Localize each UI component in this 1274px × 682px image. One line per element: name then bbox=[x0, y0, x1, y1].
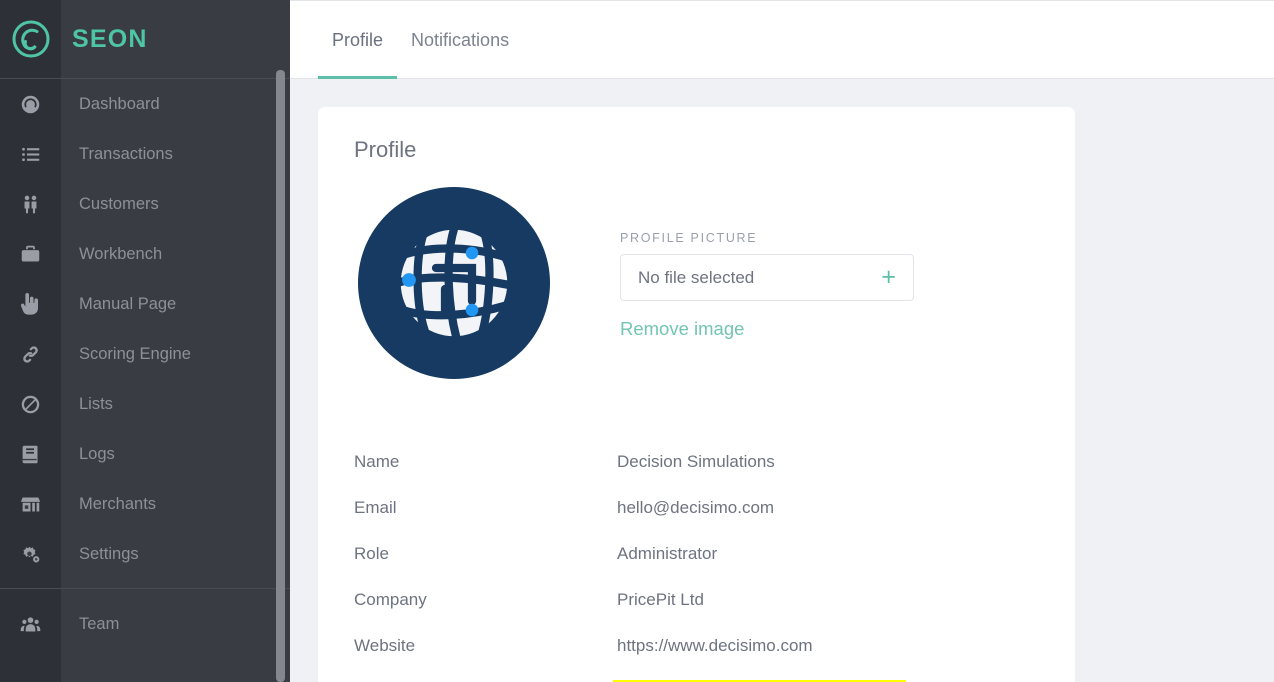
detail-label: Name bbox=[354, 452, 400, 471]
remove-image-link[interactable]: Remove image bbox=[620, 318, 744, 340]
sidebar-nav: Dashboard Transactions Customers Workben… bbox=[0, 79, 290, 649]
detail-row-company: Company PricePit Ltd bbox=[354, 577, 1039, 623]
sidebar-item-label: Team bbox=[79, 614, 120, 633]
detail-label: Role bbox=[354, 544, 389, 563]
brand-name: SEON bbox=[72, 24, 148, 53]
speedometer-icon bbox=[0, 79, 61, 129]
sidebar-bottom-group: Team bbox=[0, 589, 290, 649]
detail-label: Website bbox=[354, 636, 416, 655]
tab-label: Profile bbox=[332, 29, 384, 50]
sidebar-scrollbar[interactable] bbox=[276, 70, 285, 682]
detail-value: Administrator bbox=[617, 544, 718, 563]
seon-spiral-logo-icon bbox=[0, 0, 61, 79]
brand-header[interactable]: SEON bbox=[0, 0, 290, 79]
profile-picture-row: PROFILE PICTURE No file selected + Remov… bbox=[354, 187, 1039, 379]
link-chain-icon bbox=[0, 329, 61, 379]
store-icon bbox=[0, 479, 61, 529]
tab-bar: Profile Notifications bbox=[290, 0, 1274, 79]
sidebar-item-label: Manual Page bbox=[79, 294, 177, 313]
ban-circle-icon bbox=[0, 379, 61, 429]
sidebar-item-label: Dashboard bbox=[79, 94, 160, 113]
detail-label: Email bbox=[354, 498, 397, 517]
pointing-hand-icon bbox=[20, 293, 38, 315]
avatar bbox=[358, 187, 550, 379]
sidebar-item-merchants[interactable]: Merchants bbox=[0, 479, 290, 529]
profile-picture-controls: PROFILE PICTURE No file selected + Remov… bbox=[620, 187, 914, 340]
plus-icon[interactable]: + bbox=[881, 265, 896, 290]
sidebar-item-team[interactable]: Team bbox=[0, 599, 290, 649]
detail-label: Company bbox=[354, 590, 427, 609]
profile-picture-label: PROFILE PICTURE bbox=[620, 231, 758, 245]
detail-row-website: Website https://www.decisimo.com bbox=[354, 623, 1039, 669]
briefcase-icon bbox=[0, 229, 61, 279]
detail-row-name: Name Decision Simulations bbox=[354, 439, 1039, 485]
profile-details-list: Name Decision Simulations Email hello@de… bbox=[354, 439, 1039, 682]
sidebar-item-label: Settings bbox=[79, 544, 139, 563]
sidebar-item-label: Customers bbox=[79, 194, 159, 213]
detail-value: https://www.decisimo.com bbox=[617, 636, 813, 655]
app-root: SEON Dashboard Transactions Customers Wo… bbox=[0, 0, 1274, 682]
sidebar-item-label: Logs bbox=[79, 444, 115, 463]
sidebar-item-dashboard[interactable]: Dashboard bbox=[0, 79, 290, 129]
tab-profile[interactable]: Profile bbox=[318, 1, 398, 79]
sidebar-item-lists[interactable]: Lists bbox=[0, 379, 290, 429]
globe-maze-logo-icon bbox=[399, 228, 509, 338]
sidebar-item-customers[interactable]: Customers bbox=[0, 179, 290, 229]
detail-row-email: Email hello@decisimo.com bbox=[354, 485, 1039, 531]
list-icon bbox=[0, 129, 61, 179]
content-area: Profile PROFILE PICTURE No file selected… bbox=[290, 79, 1274, 682]
sidebar-item-workbench[interactable]: Workbench bbox=[0, 229, 290, 279]
sidebar-item-manual-page[interactable]: Manual Page bbox=[0, 279, 290, 329]
sidebar-item-logs[interactable]: Logs bbox=[0, 429, 290, 479]
detail-value: hello@decisimo.com bbox=[617, 498, 775, 517]
sidebar: SEON Dashboard Transactions Customers Wo… bbox=[0, 0, 290, 682]
profile-picture-file-input[interactable]: No file selected + bbox=[620, 254, 914, 301]
detail-row-role: Role Administrator bbox=[354, 531, 1039, 577]
tab-notifications[interactable]: Notifications bbox=[397, 1, 523, 79]
sidebar-item-label: Transactions bbox=[79, 144, 173, 163]
sidebar-item-label: Scoring Engine bbox=[79, 344, 191, 363]
gears-icon bbox=[0, 529, 61, 579]
file-input-value: No file selected bbox=[638, 267, 755, 287]
detail-row-production-license-key: Production license key s0m3-l1C3n5e-keys… bbox=[354, 669, 1039, 682]
sidebar-item-label: Lists bbox=[79, 394, 113, 413]
people-group-icon bbox=[0, 599, 61, 649]
sidebar-item-label: Workbench bbox=[79, 244, 163, 263]
main-area: Profile Notifications Profile PROFILE PI… bbox=[290, 0, 1274, 682]
sidebar-item-settings[interactable]: Settings bbox=[0, 529, 290, 579]
detail-value: PricePit Ltd bbox=[617, 590, 704, 609]
detail-value: Decision Simulations bbox=[617, 452, 775, 471]
book-icon bbox=[0, 429, 61, 479]
profile-card: Profile PROFILE PICTURE No file selected… bbox=[318, 107, 1075, 682]
sidebar-item-transactions[interactable]: Transactions bbox=[0, 129, 290, 179]
tab-label: Notifications bbox=[411, 29, 510, 50]
people-pair-icon bbox=[0, 179, 61, 229]
sidebar-item-scoring-engine[interactable]: Scoring Engine bbox=[0, 329, 290, 379]
page-title: Profile bbox=[354, 137, 417, 162]
sidebar-item-label: Merchants bbox=[79, 494, 157, 513]
